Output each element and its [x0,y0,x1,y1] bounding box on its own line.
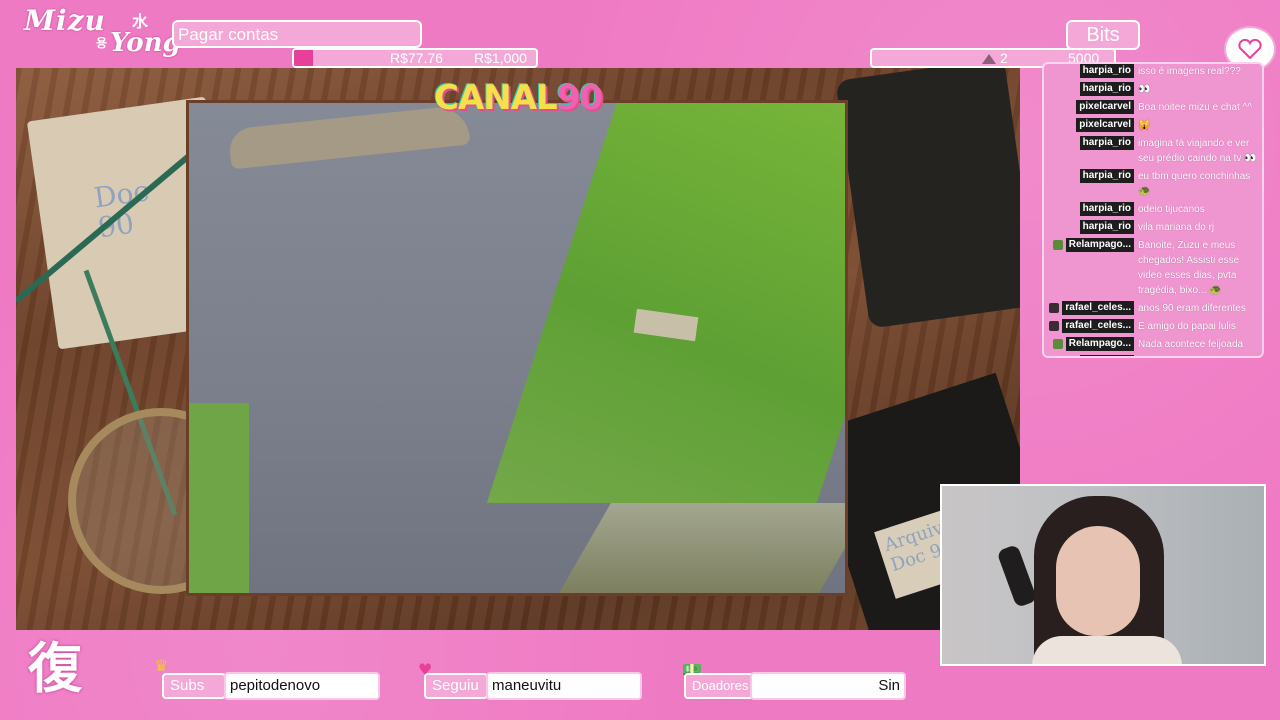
chat-message-text: Banoite, Zuzu e meus chegados! Assisti e… [1138,240,1240,296]
chat-user: harpia_rio [1048,220,1134,235]
latest-sub-value: pepitodenovo [224,672,380,700]
channel-logo: Mizu 水 용 Yong [24,4,181,62]
chat-message-text: isso é imagens real??? [1138,66,1241,77]
chat-username[interactable]: harpia_rio [1079,355,1134,356]
chat-panel[interactable]: harpia_rio isso é imagens real??? harpia_r… [1042,62,1264,358]
logo-hangul: 용 [96,36,108,50]
chat-message: rafael_celes... anos 90 eram diferentes [1044,301,1262,316]
user-badge-icon [1049,321,1060,331]
donation-goal-current: R$77.76 [390,50,443,66]
video-grass [189,403,249,593]
chat-message: harpia_rio tinha q ser mineiro [1044,355,1262,356]
chat-message-text: Nada acontece feijoada [1138,339,1244,350]
chat-message: harpia_rio odeio tijucanos [1044,202,1262,217]
chat-message-text: Boa noitee mizu e chat ^^ [1138,102,1252,113]
chat-user: pixelcarvel [1048,100,1134,115]
tv-channel-logo: CANAL90 [434,78,603,118]
chat-username[interactable]: pixelcarvel [1076,100,1134,114]
user-badge-icon [1049,303,1060,313]
chat-username[interactable]: harpia_rio [1079,220,1134,234]
video-player[interactable] [186,100,848,596]
chat-message-text: anos 90 eram diferentes [1138,303,1246,314]
user-badge-icon [1052,240,1063,250]
bits-label-box: Bits [1066,20,1140,50]
chat-message: harpia_rio 👀 [1044,82,1262,97]
bits-label: Bits [1086,24,1120,46]
paper-note-text: Doc 90 [91,174,151,245]
chat-username[interactable]: harpia_rio [1079,169,1134,183]
chat-username[interactable]: Relampago... [1065,337,1134,351]
donors-label: Doadores [684,673,754,699]
donation-goal-target: R$1,000 [474,50,527,66]
chat-username[interactable]: harpia_rio [1079,202,1134,216]
webcam-feed [940,484,1266,666]
chat-username[interactable]: rafael_celes... [1062,301,1134,315]
chat-user: harpia_rio [1048,136,1134,166]
tv-channel-name: CANAL [434,78,558,118]
chat-message-list: harpia_rio isso é imagens real??? harpia_r… [1044,64,1262,356]
chat-message: harpia_rio imagina tá viajando e ver seu … [1044,136,1262,166]
chat-message: rafael_celes... E amigo do papai lulis [1044,319,1262,334]
chat-message: harpia_rio eu tbm quero conchinhas 🐢 [1044,169,1262,199]
chat-user: harpia_rio [1048,202,1134,217]
donation-goal-progress-bar: R$77.76 R$1,000 [292,48,538,68]
streamer-shirt [1032,636,1182,664]
chat-user: harpia_rio [1048,355,1134,356]
follow-label: Seguiu [424,673,488,699]
latest-follow-value: maneuvitu [486,672,642,700]
video-shore [559,503,845,593]
chat-message: harpia_rio isso é imagens real??? [1044,64,1262,79]
chat-user: harpia_rio [1048,82,1134,97]
bits-current: 2 [1000,50,1008,66]
microphone [996,544,1038,608]
streamer-face [1056,526,1140,636]
chat-message-text: vila mariana do rj [1138,222,1215,233]
chat-message-text: odeio tijucanos [1138,204,1205,215]
donation-goal-fill [294,50,314,66]
chat-user: Relampago... [1048,238,1134,298]
chat-username[interactable]: harpia_rio [1079,64,1134,78]
chat-message: Relampago... Nada acontece feijoada [1044,337,1262,352]
bits-arrow-icon [982,54,996,64]
logo-name-top: Mizu [24,4,106,37]
chat-message: Relampago... Banoite, Zuzu e meus chegado… [1044,238,1262,298]
chat-username[interactable]: harpia_rio [1079,136,1134,150]
walkie-talkie [835,68,1020,329]
chat-message: harpia_rio vila mariana do rj [1044,220,1262,235]
chat-message-text: tinha q ser mineiro [1138,355,1258,356]
chat-message-text: 🙀 [1138,120,1151,131]
chat-username[interactable]: Relampago... [1065,238,1134,252]
chat-message-text: 👀 [1138,84,1151,95]
restore-glyph-icon: 復 [28,637,82,700]
donation-goal-label: Pagar contas [178,25,279,44]
chat-message: pixelcarvel Boa noitee mizu e chat ^^ [1044,100,1262,115]
latest-donor-value: Sin [750,672,906,700]
chat-user: pixelcarvel [1048,118,1134,133]
user-badge-icon [1052,339,1063,349]
subs-label: Subs [162,673,226,699]
chat-user: harpia_rio [1048,64,1134,79]
chat-username[interactable]: pixelcarvel [1076,118,1134,132]
logo-name-bottom: Yong [110,28,181,58]
chat-message-text: imagina tá viajando e ver seu prédio cai… [1138,138,1257,164]
chat-username[interactable]: harpia_rio [1079,82,1134,96]
chat-username[interactable]: rafael_celes... [1062,319,1134,333]
donation-goal-label-box: Pagar contas [172,20,422,48]
chat-user: harpia_rio [1048,169,1134,199]
chat-message-text: E amigo do papai lulis [1138,321,1236,332]
chat-message-text: eu tbm quero conchinhas 🐢 [1138,171,1251,197]
chat-user: Relampago... [1048,337,1134,352]
chat-user: rafael_celes... [1048,319,1134,334]
chat-user: rafael_celes... [1048,301,1134,316]
chat-message: pixelcarvel 🙀 [1044,118,1262,133]
tv-channel-number: 90 [556,78,603,118]
